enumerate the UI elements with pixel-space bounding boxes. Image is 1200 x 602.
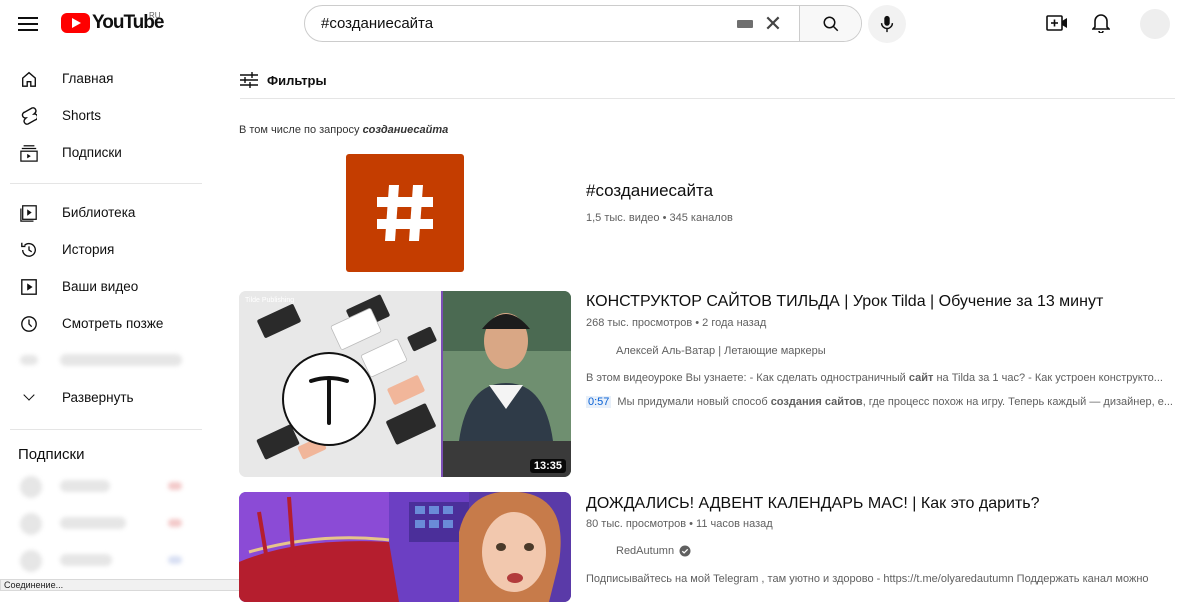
thumbnail-image: Tilde Publishing — [239, 291, 571, 477]
sidebar-item-shorts[interactable]: Shorts — [0, 97, 210, 134]
sidebar-item-label: Ваши видео — [62, 279, 139, 294]
search-bar: #созданиесайта ✕ — [304, 5, 862, 42]
blurred-icon — [20, 355, 38, 365]
sidebar-item-history[interactable]: История — [0, 231, 210, 268]
blurred-avatar — [20, 476, 42, 498]
blurred-badge — [168, 482, 182, 490]
filters-label: Фильтры — [267, 72, 327, 88]
video-chapter: 0:57 Мы придумали новый способ создания с… — [586, 396, 1176, 408]
sidebar-item-expand[interactable]: Развернуть — [0, 379, 210, 416]
clear-search-icon[interactable]: ✕ — [761, 6, 785, 41]
create-icon — [1046, 15, 1067, 31]
video-thumbnail[interactable]: Tilde Publishing 13:35 — [239, 291, 571, 477]
browser-status-bar: Соединение... — [0, 579, 245, 591]
video-description: В этом видеоуроке Вы узнаете: - Как сдел… — [586, 372, 1176, 384]
subscription-item[interactable] — [0, 542, 210, 579]
sidebar-item-label: История — [62, 242, 115, 257]
hashtag-meta: 1,5 тыс. видео • 345 каналов — [586, 212, 733, 224]
desc-highlight: сайт — [908, 372, 934, 384]
sidebar-item-label: Shorts — [62, 108, 102, 123]
blurred-badge — [168, 519, 182, 527]
channel-name-text: RedAutumn — [616, 545, 675, 557]
video-title[interactable]: ДОЖДАЛИСЬ! АДВЕНТ КАЛЕНДАРЬ MAC! | Как э… — [586, 495, 1040, 513]
your-videos-icon — [19, 277, 39, 297]
subscriptions-icon — [19, 143, 39, 163]
watch-later-icon — [19, 314, 39, 334]
blurred-label — [60, 354, 182, 366]
avatar[interactable] — [1140, 9, 1170, 39]
blurred-avatar — [20, 550, 42, 572]
search-button[interactable] — [799, 6, 861, 41]
library-icon — [19, 203, 39, 223]
chapter-text: Мы придумали новый способ — [617, 396, 771, 408]
subscription-item[interactable] — [0, 468, 210, 505]
sidebar-divider — [10, 429, 202, 430]
hashtag-thumbnail[interactable] — [346, 154, 464, 272]
search-input[interactable]: #созданиесайта — [305, 6, 735, 41]
video-thumbnail[interactable] — [239, 492, 571, 602]
blurred-avatar — [20, 513, 42, 535]
sidebar-item-label: Библиотека — [62, 205, 136, 220]
video-title[interactable]: КОНСТРУКТОР САЙТОВ ТИЛЬДА | Урок Tilda |… — [586, 293, 1103, 311]
chapter-text: , где процесс похож на игру. Теперь кажд… — [862, 396, 1173, 408]
sidebar-item-label: Смотреть позже — [62, 316, 164, 331]
chevron-down-icon — [19, 388, 39, 408]
sidebar-item-your-videos[interactable]: Ваши видео — [0, 268, 210, 305]
blurred-label — [60, 480, 110, 492]
chapter-timestamp[interactable]: 0:57 — [586, 396, 612, 408]
home-icon — [19, 69, 39, 89]
chapter-highlight: создания сайтов — [770, 396, 863, 408]
video-duration: 13:35 — [529, 459, 566, 473]
desc-text: на Tilda за 1 час? - Как устроен констру… — [933, 372, 1163, 384]
top-bar: YouTube RU #созданиесайта ✕ — [0, 0, 1200, 48]
video-meta: 268 тыс. просмотров • 2 года назад — [586, 317, 767, 329]
youtube-play-icon — [61, 13, 90, 33]
channel-name[interactable]: RedAutumn — [616, 545, 691, 557]
sidebar-divider — [10, 183, 202, 184]
video-meta: 80 тыс. просмотров • 11 часов назад — [586, 518, 773, 530]
sidebar-item-label: Подписки — [62, 145, 122, 160]
included-query-link[interactable]: созданиесайта — [363, 124, 449, 136]
keyboard-icon[interactable] — [735, 6, 755, 41]
sidebar-item-home[interactable]: Главная — [0, 60, 210, 97]
sidebar-item-blurred[interactable] — [0, 342, 210, 379]
channel-name-text: Алексей Аль-Ватар | Летающие маркеры — [616, 345, 826, 357]
video-description: Подписывайтесь на мой Telegram , там уют… — [586, 573, 1149, 585]
sidebar-item-label: Развернуть — [62, 390, 134, 405]
sidebar-item-subscriptions[interactable]: Подписки — [0, 134, 210, 171]
channel-name[interactable]: Алексей Аль-Ватар | Летающие маркеры — [616, 345, 826, 357]
verified-icon — [679, 545, 691, 557]
filters-divider — [240, 98, 1175, 99]
sidebar-item-label: Главная — [62, 71, 114, 86]
notifications-button[interactable] — [1088, 10, 1114, 36]
sidebar-item-library[interactable]: Библиотека — [0, 194, 210, 231]
subscriptions-heading: Подписки — [18, 446, 85, 463]
thumbnail-image — [239, 492, 571, 602]
search-icon — [823, 16, 838, 31]
hashtag-icon — [377, 185, 433, 241]
blurred-label — [60, 517, 126, 529]
included-query-note: В том числе по запросу созданиесайта — [239, 124, 448, 136]
desc-text: В этом видеоуроке Вы узнаете: - Как сдел… — [586, 372, 909, 384]
sidebar-item-watch-later[interactable]: Смотреть позже — [0, 305, 210, 342]
mic-icon — [880, 15, 894, 33]
subscription-item[interactable] — [0, 505, 210, 542]
shorts-icon — [19, 106, 39, 126]
included-query-prefix: В том числе по запросу — [239, 124, 360, 136]
blurred-badge — [168, 556, 182, 564]
menu-icon[interactable] — [18, 14, 38, 32]
logo-region: RU — [149, 11, 161, 20]
sidebar: Главная Shorts Подписки Библиотека Истор… — [0, 56, 210, 591]
blurred-label — [60, 554, 112, 566]
history-icon — [19, 240, 39, 260]
filters-icon — [240, 72, 258, 88]
filters-button[interactable]: Фильтры — [240, 70, 327, 90]
hashtag-title[interactable]: #созданиесайта — [586, 181, 713, 201]
svg-text:Tilde Publishing: Tilde Publishing — [245, 297, 294, 304]
bell-icon — [1092, 14, 1110, 33]
create-video-button[interactable] — [1044, 10, 1070, 36]
voice-search-button[interactable] — [868, 5, 906, 43]
